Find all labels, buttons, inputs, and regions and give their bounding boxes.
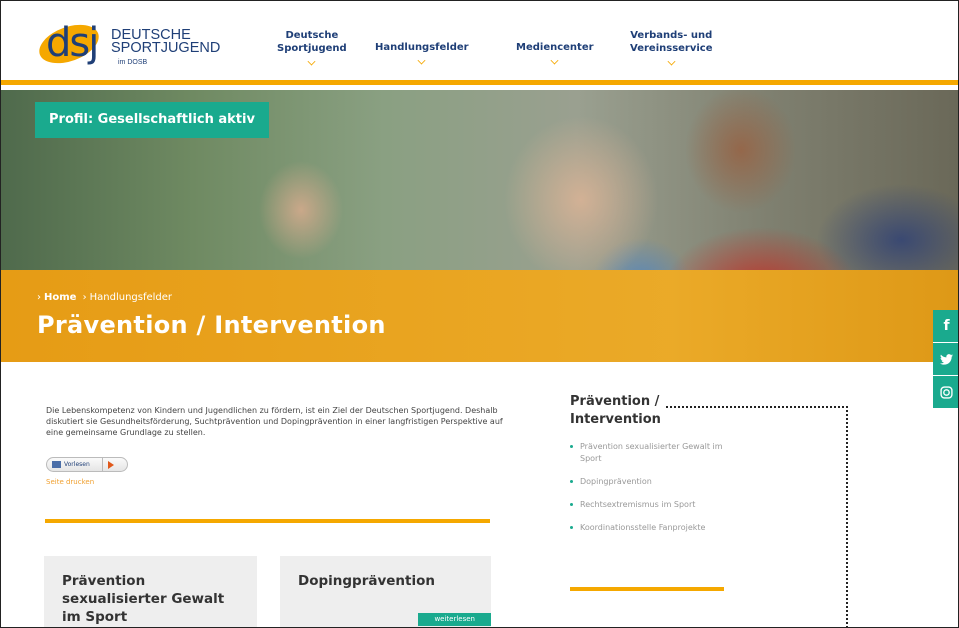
nav-label-line1: Verbands- und xyxy=(630,30,713,41)
chevron-down-icon xyxy=(550,56,559,65)
chevron-down-icon xyxy=(667,57,676,66)
chevron-down-icon xyxy=(417,56,426,65)
nav-item-deutsche-sportjugend[interactable]: Deutsche Sportjugend xyxy=(277,29,347,66)
profile-badge[interactable]: Profil: Gesellschaftlich aktiv xyxy=(35,102,269,138)
card-dopingpraevention[interactable]: Dopingprävention weiterlesen xyxy=(280,556,491,627)
facebook-icon[interactable]: f xyxy=(933,310,958,343)
sidebar-item-dopingpraevention[interactable]: Dopingprävention xyxy=(570,476,740,488)
nav-label-line1: Handlungsfelder xyxy=(375,42,469,53)
card-praevention-sexualisierter-gewalt[interactable]: Prävention sexualisierter Gewalt im Spor… xyxy=(44,556,257,627)
intro-text: Die Lebenskompetenz von Kindern und Juge… xyxy=(46,406,503,437)
sidebar-list: Prävention sexualisierter Gewalt im Spor… xyxy=(570,441,740,545)
instagram-shape xyxy=(940,385,953,399)
breadcrumb-home[interactable]: Home xyxy=(44,292,76,303)
twitter-bird-shape xyxy=(940,353,953,365)
logo-sub: im DOSB xyxy=(118,59,148,66)
site-header: dsj DEUTSCHE SPORTJUGEND im DOSB Deutsch… xyxy=(1,1,958,85)
sidebar-rule xyxy=(570,587,724,591)
sidebar-item-rechtsextremismus[interactable]: Rechtsextremismus im Sport xyxy=(570,499,740,511)
sidebar-title-line2: Intervention xyxy=(570,412,661,427)
play-icon xyxy=(108,460,114,469)
nav-item-handlungsfelder[interactable]: Handlungsfelder xyxy=(375,41,469,65)
card-title: Dopingprävention xyxy=(298,573,436,589)
breadcrumb-separator: › xyxy=(37,292,41,303)
sidebar-item-praevention-sexualisierter-gewalt[interactable]: Prävention sexualisierter Gewalt im Spor… xyxy=(570,441,740,465)
nav-label-line2: Sportjugend xyxy=(277,43,347,54)
nav-label-line1: Mediencenter xyxy=(516,42,594,53)
page-title: Prävention / Intervention xyxy=(37,311,386,339)
print-link[interactable]: Seite drucken xyxy=(46,478,94,486)
breadcrumb: › Home › Handlungsfelder xyxy=(37,292,175,303)
social-bar: f xyxy=(933,310,958,409)
twitter-icon[interactable] xyxy=(933,343,958,376)
logo-name-line2: SPORTJUGEND xyxy=(111,40,221,56)
divider xyxy=(102,458,103,471)
nav-item-verbands-und-vereinsservice[interactable]: Verbands- und Vereinsservice xyxy=(630,29,713,66)
logo[interactable]: dsj DEUTSCHE SPORTJUGEND im DOSB xyxy=(34,17,220,71)
nav-label-line2: Vereinsservice xyxy=(630,43,713,54)
sidebar-title: Prävention / Intervention xyxy=(570,393,661,429)
sidebar-item-koordinationsstelle[interactable]: Koordinationsstelle Fanprojekte xyxy=(570,522,740,534)
breadcrumb-section[interactable]: Handlungsfelder xyxy=(90,292,172,303)
speaker-icon xyxy=(52,461,61,468)
logo-name: DEUTSCHE SPORTJUGEND xyxy=(111,28,221,56)
logo-mark: dsj xyxy=(46,20,99,66)
breadcrumb-separator: › xyxy=(82,292,87,303)
vorlesen-label: Vorlesen xyxy=(64,461,90,468)
divider-rule xyxy=(45,519,490,523)
hero-image: Profil: Gesellschaftlich aktiv xyxy=(1,90,958,270)
instagram-icon[interactable] xyxy=(933,376,958,409)
page: dsj DEUTSCHE SPORTJUGEND im DOSB Deutsch… xyxy=(0,0,959,628)
sidebar-title-line1: Prävention / xyxy=(570,394,660,409)
card-title: Prävention sexualisierter Gewalt im Spor… xyxy=(62,573,225,625)
nav-label-line1: Deutsche xyxy=(285,30,339,41)
weiterlesen-button[interactable]: weiterlesen xyxy=(418,613,491,626)
chevron-down-icon xyxy=(307,57,316,66)
title-band: › Home › Handlungsfelder Prävention / Inte… xyxy=(1,270,958,362)
nav-item-mediencenter[interactable]: Mediencenter xyxy=(516,41,594,65)
vorlesen-button[interactable]: Vorlesen xyxy=(46,457,128,472)
